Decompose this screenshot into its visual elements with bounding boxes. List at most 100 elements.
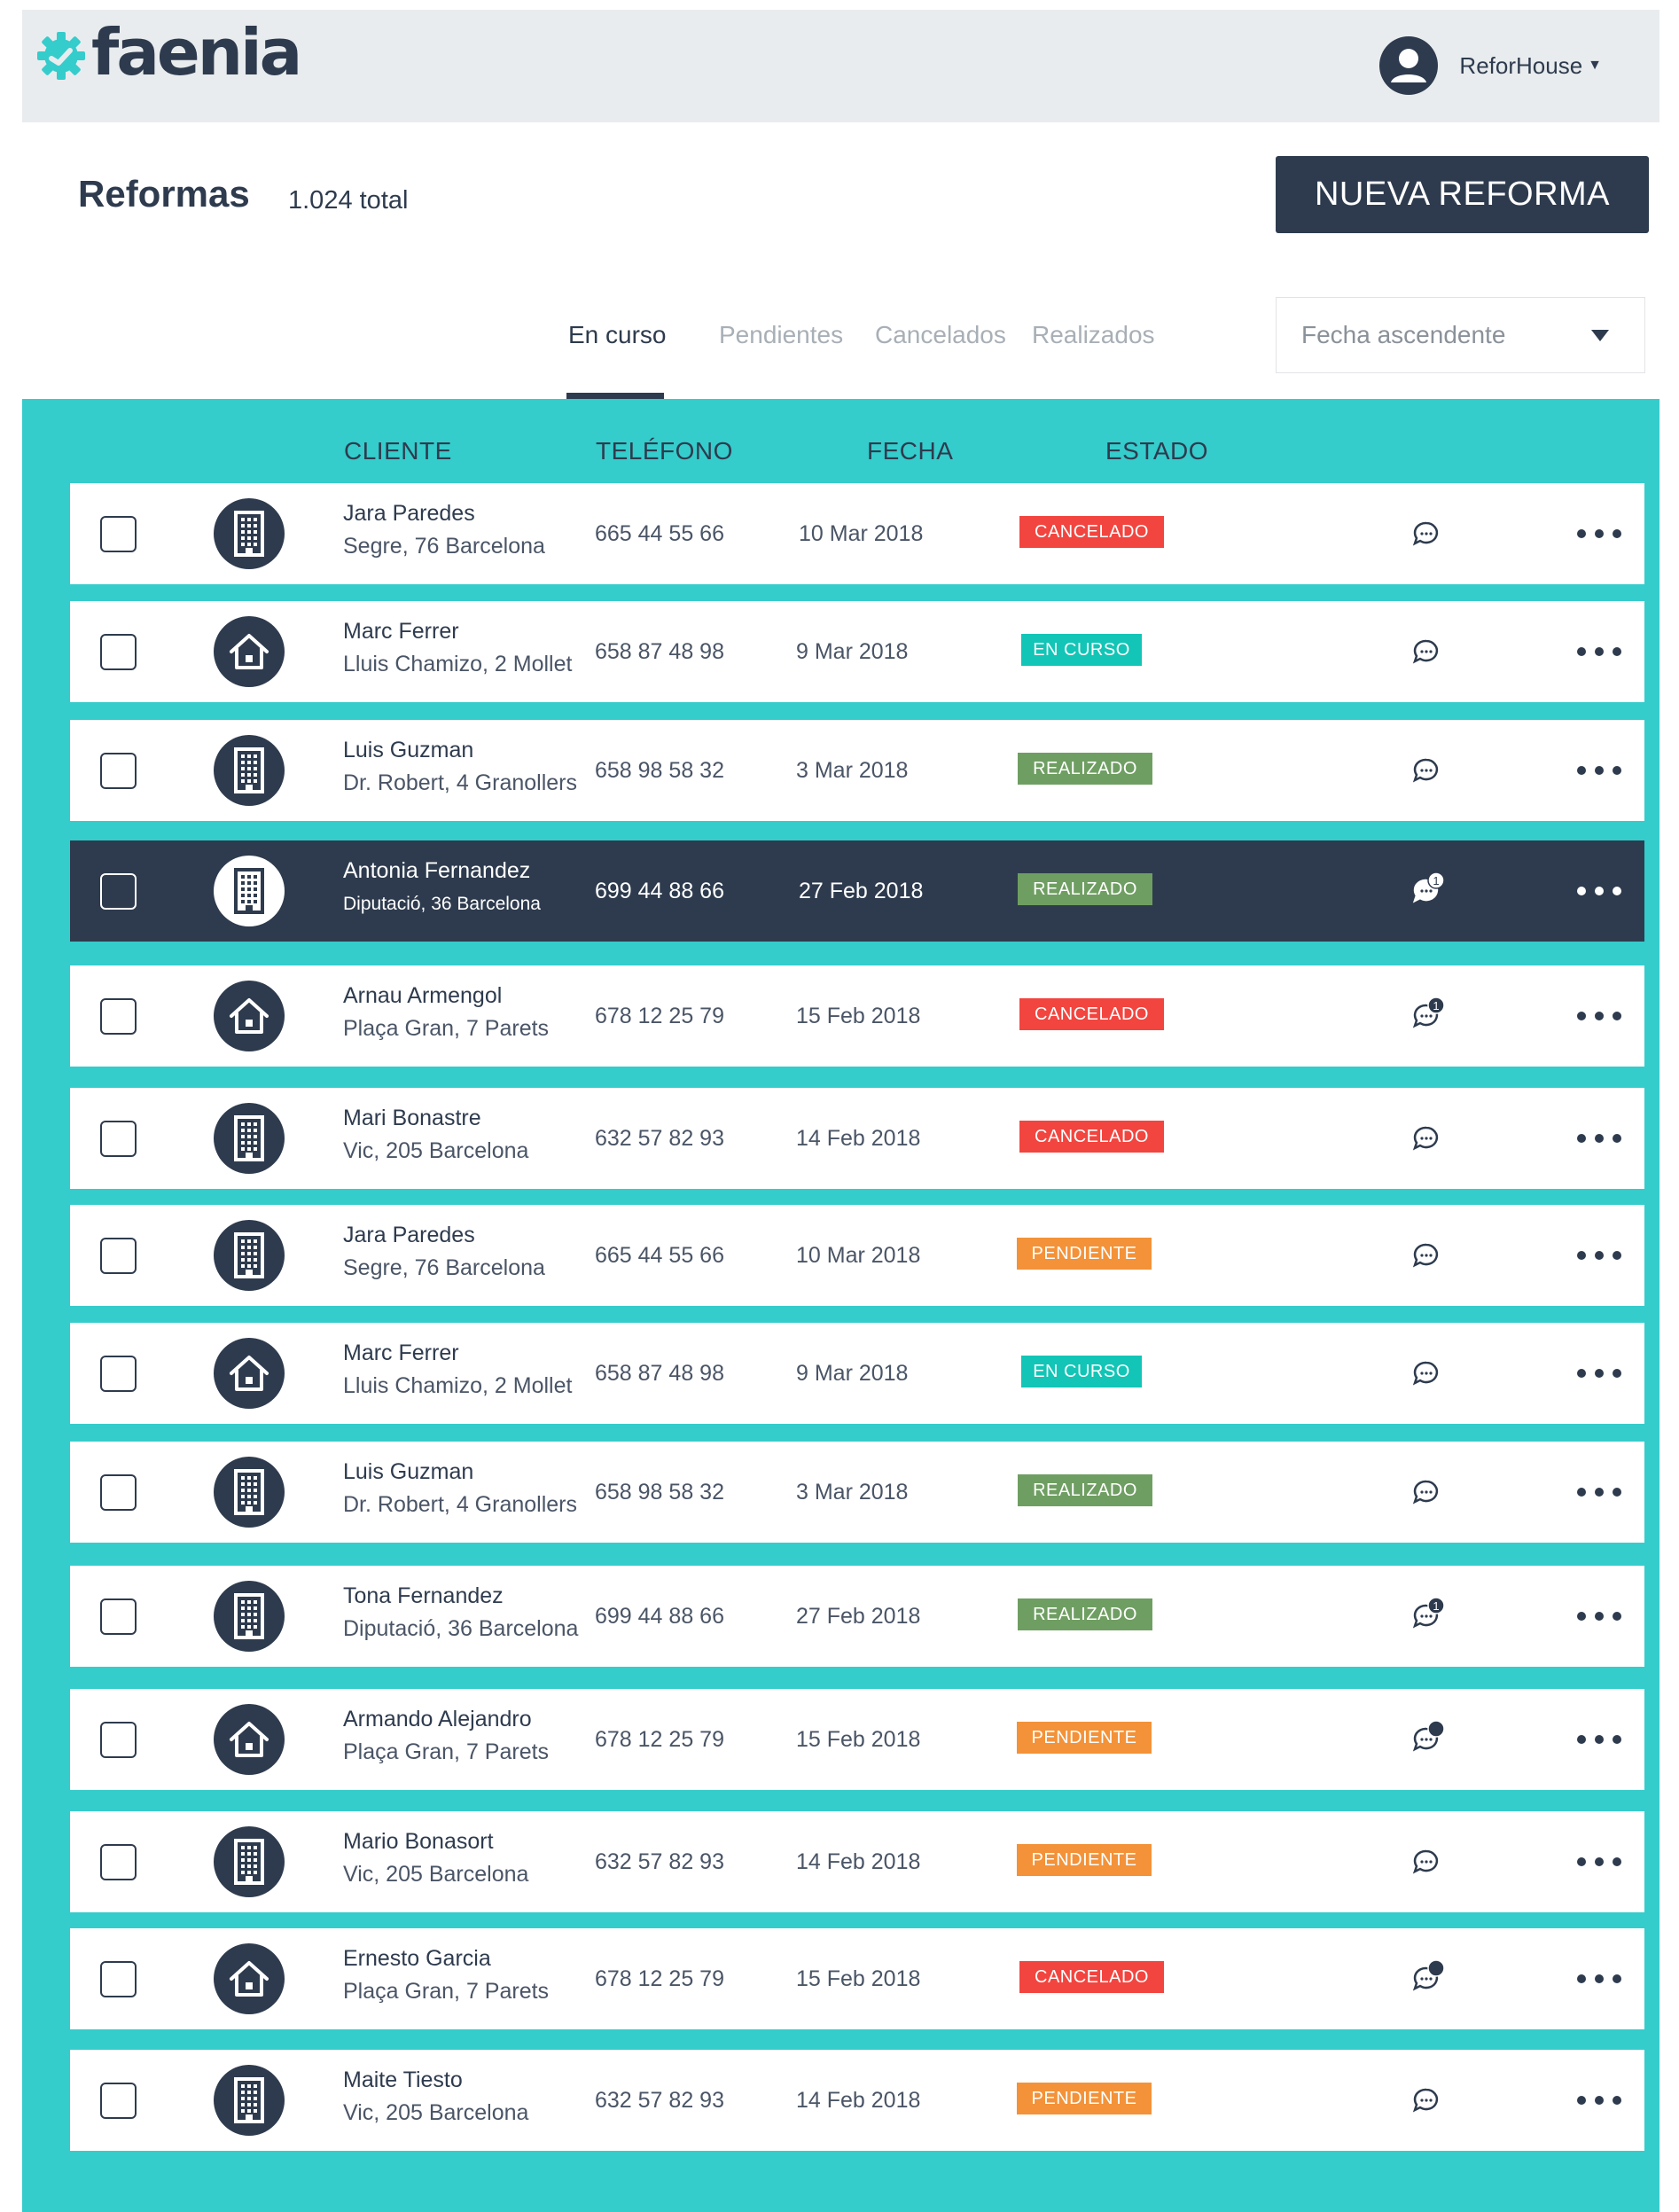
- building-icon: [234, 1469, 264, 1515]
- more-options-icon[interactable]: [1577, 1733, 1621, 1746]
- table-row[interactable]: Jara Paredes Segre, 76 Barcelona 665 44 …: [70, 1205, 1644, 1306]
- column-header-estado[interactable]: ESTADO: [1105, 437, 1208, 465]
- client-name: Tona Fernandez: [343, 1583, 504, 1608]
- faenia-logo[interactable]: faenia: [35, 20, 302, 84]
- table-row[interactable]: Mario Bonasort Vic, 205 Barcelona 632 57…: [70, 1811, 1644, 1912]
- more-options-icon[interactable]: [1577, 1132, 1621, 1145]
- more-options-icon[interactable]: [1577, 645, 1621, 658]
- table-row[interactable]: Luis Guzman Dr. Robert, 4 Granollers 658…: [70, 720, 1644, 821]
- row-checkbox[interactable]: [100, 1121, 137, 1157]
- chat-icon[interactable]: 1: [1407, 997, 1446, 1036]
- status-badge: EN CURSO: [1021, 1356, 1142, 1387]
- chat-icon[interactable]: [1407, 2081, 1446, 2120]
- reforma-date: 15 Feb 2018: [796, 1966, 921, 1991]
- more-options-icon[interactable]: [1577, 528, 1621, 540]
- svg-text:1: 1: [1433, 1599, 1439, 1613]
- client-address: Lluis Chamizo, 2 Mollet: [343, 652, 573, 676]
- more-options-icon[interactable]: [1577, 764, 1621, 777]
- chat-icon[interactable]: [1407, 1236, 1446, 1275]
- tab-cancelados[interactable]: Cancelados: [875, 321, 1006, 349]
- row-checkbox[interactable]: [100, 1598, 137, 1635]
- tab-realizados[interactable]: Realizados: [1032, 321, 1155, 349]
- chat-icon[interactable]: [1407, 1119, 1446, 1158]
- table-row[interactable]: Tona Fernandez Diputació, 36 Barcelona 6…: [70, 1566, 1644, 1667]
- building-icon: [234, 1232, 264, 1278]
- property-type-avatar: [214, 616, 285, 687]
- row-checkbox[interactable]: [100, 873, 137, 910]
- row-checkbox[interactable]: [100, 998, 137, 1035]
- more-options-icon[interactable]: [1577, 1010, 1621, 1022]
- row-checkbox[interactable]: [100, 1474, 137, 1511]
- table-row[interactable]: Arnau Armengol Plaça Gran, 7 Parets 678 …: [70, 965, 1644, 1067]
- property-type-avatar: [214, 1581, 285, 1652]
- new-reforma-button[interactable]: NUEVA REFORMA: [1276, 156, 1649, 233]
- property-type-avatar: [214, 1338, 285, 1409]
- column-header-cliente[interactable]: CLIENTE: [344, 437, 452, 465]
- more-options-icon[interactable]: [1577, 885, 1621, 897]
- sort-select[interactable]: Fecha ascendente: [1276, 297, 1645, 373]
- status-badge: PENDIENTE: [1017, 1238, 1152, 1270]
- reforma-date: 3 Mar 2018: [796, 1480, 909, 1505]
- row-checkbox[interactable]: [100, 2083, 137, 2119]
- table-row[interactable]: Jara Paredes Segre, 76 Barcelona 665 44 …: [70, 483, 1644, 584]
- chat-icon[interactable]: [1407, 1720, 1446, 1759]
- more-options-icon[interactable]: [1577, 1973, 1621, 1985]
- more-options-icon[interactable]: [1577, 2094, 1621, 2106]
- status-badge: PENDIENTE: [1017, 1844, 1152, 1876]
- client-phone: 632 57 82 93: [595, 1126, 724, 1151]
- table-row[interactable]: Luis Guzman Dr. Robert, 4 Granollers 658…: [70, 1442, 1644, 1543]
- chat-icon[interactable]: [1407, 632, 1446, 671]
- chat-icon[interactable]: [1407, 1354, 1446, 1393]
- more-options-icon[interactable]: [1577, 1486, 1621, 1498]
- chat-icon[interactable]: [1407, 1842, 1446, 1881]
- table-row[interactable]: Marc Ferrer Lluis Chamizo, 2 Mollet 658 …: [70, 1323, 1644, 1424]
- table-row[interactable]: Mari Bonastre Vic, 205 Barcelona 632 57 …: [70, 1088, 1644, 1189]
- dropdown-arrow-icon: [1591, 330, 1609, 341]
- row-checkbox[interactable]: [100, 1961, 137, 1997]
- client-phone: 632 57 82 93: [595, 2088, 724, 2113]
- tab-en-curso[interactable]: En curso: [568, 321, 667, 349]
- client-name: Mario Bonasort: [343, 1829, 494, 1854]
- property-type-avatar: [214, 1704, 285, 1775]
- client-address: Vic, 205 Barcelona: [343, 1138, 529, 1163]
- client-name: Jara Paredes: [343, 501, 475, 526]
- status-badge: REALIZADO: [1018, 753, 1152, 785]
- user-menu[interactable]: ReforHouse ▼: [1379, 36, 1602, 95]
- row-checkbox[interactable]: [100, 634, 137, 670]
- property-type-avatar: [214, 498, 285, 569]
- building-icon: [234, 1839, 264, 1885]
- chat-icon[interactable]: 1: [1407, 872, 1446, 911]
- table-row[interactable]: Ernesto Garcia Plaça Gran, 7 Parets 678 …: [70, 1928, 1644, 2029]
- column-header-fecha[interactable]: FECHA: [867, 437, 953, 465]
- table-row[interactable]: Armando Alejandro Plaça Gran, 7 Parets 6…: [70, 1689, 1644, 1790]
- chat-icon[interactable]: [1407, 751, 1446, 790]
- client-address: Vic, 205 Barcelona: [343, 2100, 529, 2125]
- row-checkbox[interactable]: [100, 516, 137, 552]
- client-address: Plaça Gran, 7 Parets: [343, 1739, 550, 1764]
- chat-icon[interactable]: [1407, 1959, 1446, 1998]
- row-checkbox[interactable]: [100, 753, 137, 789]
- client-name: Armando Alejandro: [343, 1707, 532, 1731]
- client-phone: 632 57 82 93: [595, 1849, 724, 1874]
- row-checkbox[interactable]: [100, 1356, 137, 1392]
- row-checkbox[interactable]: [100, 1844, 137, 1880]
- row-checkbox[interactable]: [100, 1722, 137, 1758]
- reforma-date: 14 Feb 2018: [796, 2088, 921, 2113]
- chat-icon[interactable]: [1407, 1473, 1446, 1512]
- table-row[interactable]: Antonia Fernandez Diputació, 36 Barcelon…: [70, 840, 1644, 942]
- more-options-icon[interactable]: [1577, 1610, 1621, 1622]
- column-header-telefono[interactable]: TELÉFONO: [596, 437, 733, 465]
- row-checkbox[interactable]: [100, 1238, 137, 1274]
- table-row[interactable]: Maite Tiesto Vic, 205 Barcelona 632 57 8…: [70, 2050, 1644, 2151]
- more-options-icon[interactable]: [1577, 1249, 1621, 1262]
- more-options-icon[interactable]: [1577, 1856, 1621, 1868]
- chat-icon[interactable]: 1: [1407, 1597, 1446, 1636]
- reforma-date: 9 Mar 2018: [796, 639, 909, 664]
- more-options-icon[interactable]: [1577, 1367, 1621, 1380]
- gear-logo-icon: [37, 32, 85, 80]
- chat-icon[interactable]: [1407, 514, 1446, 553]
- tab-pendientes[interactable]: Pendientes: [719, 321, 843, 349]
- reforma-date: 3 Mar 2018: [796, 758, 909, 783]
- table-row[interactable]: Marc Ferrer Lluis Chamizo, 2 Mollet 658 …: [70, 601, 1644, 702]
- svg-text:1: 1: [1433, 999, 1439, 1012]
